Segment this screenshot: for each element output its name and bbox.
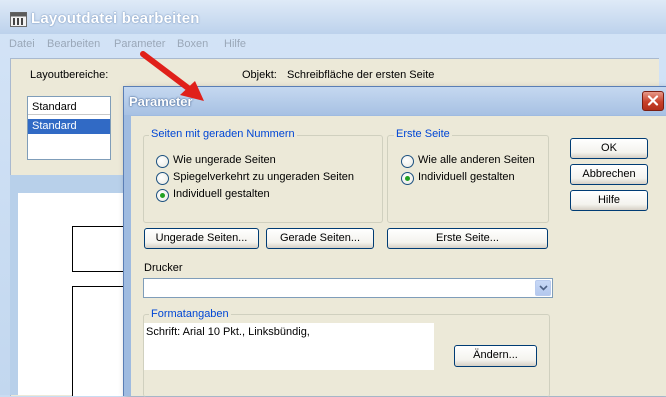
menu-parameter[interactable]: Parameter bbox=[114, 38, 165, 50]
objekt-value: Schreibfläche der ersten Seite bbox=[287, 69, 435, 81]
group-even-pages-label: Seiten mit geraden Nummern bbox=[149, 128, 297, 140]
chevron-down-icon bbox=[539, 285, 548, 291]
objekt-label: Objekt: bbox=[242, 69, 277, 81]
formatangaben-text: Schrift: Arial 10 Pkt., Linksbündig, bbox=[144, 323, 434, 370]
main-titlebar: Layoutdatei bearbeiten bbox=[0, 0, 666, 34]
menu-bearbeiten[interactable]: Bearbeiten bbox=[47, 38, 100, 50]
radio-circle bbox=[401, 155, 414, 168]
ok-button[interactable]: OK bbox=[570, 138, 648, 159]
dropdown-button[interactable] bbox=[535, 280, 551, 296]
radio-circle bbox=[156, 172, 169, 185]
radio-label: Individuell gestalten bbox=[173, 188, 270, 200]
group-first-page-label: Erste Seite bbox=[394, 128, 452, 140]
menu-boxen[interactable]: Boxen bbox=[177, 38, 208, 50]
gerade-seiten-button[interactable]: Gerade Seiten... bbox=[266, 228, 374, 249]
layoutbereiche-label: Layoutbereiche: bbox=[30, 69, 109, 81]
radio-circle-checked bbox=[156, 189, 169, 202]
parameter-dialog: Parameter Seiten mit geraden Nummern Wie… bbox=[123, 86, 666, 397]
annotation-arrow-icon bbox=[140, 51, 204, 101]
main-window-title: Layoutdatei bearbeiten bbox=[31, 10, 200, 27]
radio-circle-checked bbox=[401, 172, 414, 185]
radio-label: Wie alle anderen Seiten bbox=[418, 154, 535, 166]
radio-label: Spiegelverkehrt zu ungeraden Seiten bbox=[173, 171, 355, 183]
drucker-label: Drucker bbox=[144, 262, 183, 274]
menu-hilfe[interactable]: Hilfe bbox=[224, 38, 246, 50]
abbrechen-button[interactable]: Abbrechen bbox=[570, 164, 648, 185]
close-icon bbox=[647, 95, 659, 106]
list-item-selected[interactable]: Standard bbox=[28, 119, 110, 134]
formatangaben-value: Schrift: Arial 10 Pkt., Linksbündig, bbox=[146, 326, 310, 338]
erste-seite-button[interactable]: Erste Seite... bbox=[387, 228, 548, 249]
aendern-button[interactable]: Ändern... bbox=[454, 345, 537, 367]
drucker-select[interactable] bbox=[143, 278, 553, 298]
group-formatangaben-label: Formatangaben bbox=[149, 308, 231, 320]
list-item[interactable]: Standard bbox=[28, 100, 110, 115]
close-button[interactable] bbox=[642, 91, 664, 111]
app-icon bbox=[10, 12, 27, 27]
dialog-client: Seiten mit geraden Nummern Wie ungerade … bbox=[131, 116, 666, 397]
layoutbereiche-listbox[interactable]: Standard Standard bbox=[27, 96, 111, 160]
ungerade-seiten-button[interactable]: Ungerade Seiten... bbox=[144, 228, 259, 249]
hilfe-button[interactable]: Hilfe bbox=[570, 190, 648, 211]
radio-label: Individuell gestalten bbox=[418, 171, 515, 183]
radio-label: Wie ungerade Seiten bbox=[173, 154, 276, 166]
menu-datei[interactable]: Datei bbox=[9, 38, 35, 50]
radio-circle bbox=[156, 155, 169, 168]
menubar: Datei Bearbeiten Parameter Boxen Hilfe bbox=[0, 36, 666, 52]
